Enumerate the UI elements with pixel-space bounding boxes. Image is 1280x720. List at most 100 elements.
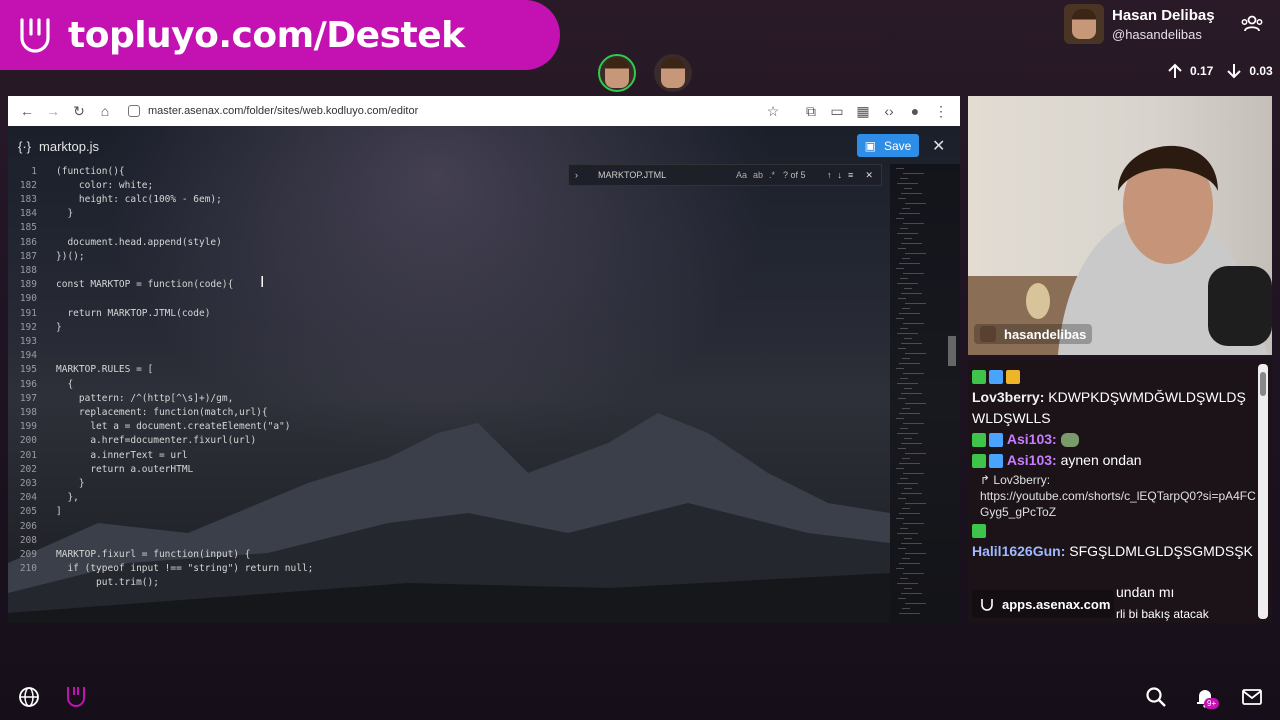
whole-word-toggle[interactable]: ab bbox=[753, 170, 763, 180]
code-line[interactable]: 185 bbox=[8, 221, 37, 235]
close-icon[interactable]: ✕ bbox=[932, 136, 945, 156]
chat-panel[interactable]: Lov3berry: KDWPKDŞWMDĞWLDŞWLDŞWLDŞWLLS A… bbox=[968, 360, 1272, 623]
minimap-line bbox=[904, 388, 912, 389]
apps-icon[interactable]: ▦ bbox=[850, 98, 876, 124]
code-line[interactable]: 203 } bbox=[8, 476, 85, 490]
code-line[interactable]: 195 MARKTOP.RULES = [ bbox=[8, 363, 153, 377]
minimap-line bbox=[896, 318, 904, 319]
notifications[interactable]: 9+ bbox=[1194, 686, 1220, 713]
regex-toggle[interactable]: .* bbox=[769, 170, 775, 180]
webcam-view: hasandelibas bbox=[968, 96, 1272, 355]
code-line[interactable]: 201 a.innerText = url bbox=[8, 448, 188, 462]
minimap-line bbox=[904, 238, 912, 239]
menu-icon[interactable]: ⋮ bbox=[928, 98, 954, 124]
chat-username[interactable]: Halil1626Gun: bbox=[972, 543, 1065, 559]
code-line[interactable]: 210 if (typeof input !== "string") retur… bbox=[8, 562, 314, 576]
minimap-line bbox=[899, 563, 920, 564]
mail-icon[interactable] bbox=[1241, 686, 1263, 708]
code-line[interactable]: 202 return a.outerHTML bbox=[8, 462, 193, 476]
code-line[interactable]: 186 document.head.append(style) bbox=[8, 235, 222, 249]
close-find-icon[interactable]: ✕ bbox=[865, 170, 873, 181]
users-icon[interactable] bbox=[1240, 14, 1264, 34]
asenax-logo-icon bbox=[981, 599, 993, 611]
extensions-icon[interactable]: ⧉ bbox=[798, 98, 824, 124]
code-text: pattern: /^(http[^\s]+)/gm, bbox=[56, 392, 234, 404]
devtools-icon[interactable]: ‹› bbox=[876, 98, 902, 124]
code-line[interactable]: 194 bbox=[8, 349, 37, 363]
minimap-line bbox=[900, 178, 908, 179]
code-line[interactable]: 206 bbox=[8, 519, 37, 533]
code-line[interactable]: 196 { bbox=[8, 377, 73, 391]
code-line[interactable]: 189 const MARKTOP = function(code){ bbox=[8, 278, 233, 292]
minimap-line bbox=[902, 258, 910, 259]
participant-avatar[interactable] bbox=[654, 54, 692, 92]
minimap-line bbox=[902, 208, 910, 209]
line-number: 205 bbox=[19, 506, 37, 518]
home-icon[interactable]: ⌂ bbox=[92, 98, 118, 124]
code-line[interactable]: 208 bbox=[8, 533, 37, 547]
reload-icon[interactable]: ↻ bbox=[66, 98, 92, 124]
code-text: return MARKTOP.JTML(code) bbox=[56, 307, 211, 319]
forward-icon[interactable]: → bbox=[40, 98, 66, 124]
search-icon[interactable] bbox=[1145, 686, 1167, 708]
chat-username[interactable]: Asi103: bbox=[1007, 452, 1057, 468]
chevron-right-icon[interactable]: › bbox=[575, 170, 578, 180]
chat-scrollbar[interactable] bbox=[1258, 364, 1268, 619]
code-line[interactable]: 209 MARKTOP.fixurl = function(input) { bbox=[8, 547, 251, 561]
save-button[interactable]: ▣ Save bbox=[857, 134, 919, 157]
code-line[interactable]: 187})(); bbox=[8, 249, 85, 263]
code-line[interactable]: put.trim(); bbox=[8, 576, 159, 590]
selection-icon[interactable]: ≡ bbox=[848, 170, 853, 181]
code-line[interactable]: 183 height: calc(100% - 6em); bbox=[8, 192, 222, 206]
profile-handle: @hasandelibas bbox=[1112, 26, 1202, 42]
next-match-icon[interactable]: ↓ bbox=[838, 170, 843, 181]
code-line[interactable]: 197 pattern: /^(http[^\s]+)/gm, bbox=[8, 391, 233, 405]
minimap-line bbox=[901, 493, 922, 494]
prev-match-icon[interactable]: ↑ bbox=[827, 170, 832, 181]
code-line[interactable]: 200 a.href=documenter.fixurl(url) bbox=[8, 434, 256, 448]
code-line[interactable]: 1 (function(){ bbox=[8, 164, 124, 178]
participant-avatar[interactable] bbox=[598, 54, 636, 92]
code-line[interactable]: 198 replacement: function(match,url){ bbox=[8, 405, 268, 419]
editor-scrollbar[interactable] bbox=[948, 336, 956, 366]
chat-username[interactable]: Asi103: bbox=[1007, 431, 1057, 447]
code-line[interactable]: 190 bbox=[8, 292, 37, 306]
profile-card[interactable]: Hasan Delibaş @hasandelibas bbox=[1064, 4, 1215, 44]
code-text: } bbox=[56, 208, 74, 220]
code-line[interactable]: 205] bbox=[8, 505, 62, 519]
minimap-line bbox=[901, 343, 922, 344]
find-input[interactable]: MARKTOP.JTML bbox=[598, 170, 728, 180]
code-line[interactable]: 192} bbox=[8, 320, 62, 334]
line-number: 190 bbox=[19, 293, 37, 305]
reply-text[interactable]: https://youtube.com/shorts/c_lEQTarpQ0?s… bbox=[980, 489, 1256, 519]
asenax-link[interactable]: apps.asenax.com bbox=[972, 590, 1114, 618]
back-icon[interactable]: ← bbox=[14, 98, 40, 124]
code-text: } bbox=[56, 321, 62, 333]
sidebar-icon[interactable]: ▭ bbox=[824, 98, 850, 124]
chat-username[interactable]: Lov3berry: bbox=[972, 389, 1044, 405]
profile-icon[interactable]: ● bbox=[902, 98, 928, 124]
code-editor[interactable]: {·} marktop.js ▣ Save ✕ › MARKTOP.JTML A… bbox=[8, 126, 960, 623]
code-line[interactable]: 199 let a = document.createElement("a") bbox=[8, 420, 291, 434]
match-case-toggle[interactable]: Aa bbox=[736, 170, 747, 180]
k-badge-icon bbox=[972, 370, 986, 385]
code-line[interactable]: 193 bbox=[8, 334, 37, 348]
globe-icon[interactable] bbox=[18, 686, 40, 708]
minimap-line bbox=[898, 548, 906, 549]
bookmark-star-icon[interactable]: ☆ bbox=[760, 98, 786, 124]
minimap-line bbox=[902, 558, 910, 559]
minimap[interactable] bbox=[890, 164, 960, 623]
topluyo-home-icon[interactable] bbox=[64, 684, 88, 710]
address-bar[interactable]: master.asenax.com/folder/sites/web.kodlu… bbox=[128, 105, 760, 117]
minimap-line bbox=[903, 173, 924, 174]
code-line[interactable]: 188 bbox=[8, 263, 37, 277]
code-line[interactable]: 184 } bbox=[8, 207, 73, 221]
code-line[interactable]: 182 color: white; bbox=[8, 178, 153, 192]
sword-badge-icon bbox=[989, 433, 1003, 448]
code-line[interactable]: 191 return MARKTOP.JTML(code) bbox=[8, 306, 211, 320]
reply-to: Lov3berry: bbox=[993, 473, 1051, 487]
notification-count-badge: 9+ bbox=[1204, 698, 1220, 709]
code-line[interactable]: 204 }, bbox=[8, 491, 79, 505]
topluyo-logo-icon bbox=[20, 18, 50, 53]
site-info-icon[interactable] bbox=[128, 105, 140, 117]
